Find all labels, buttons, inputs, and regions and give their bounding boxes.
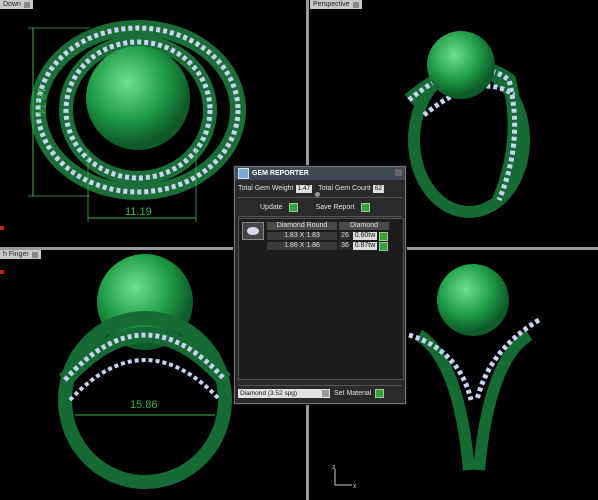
material-row: Diamond (3.52 spg) Set Material (238, 385, 402, 400)
save-report-button[interactable] (360, 202, 370, 212)
chevron-down-icon[interactable] (322, 389, 329, 397)
table-cell-count: 26 (339, 232, 351, 240)
close-icon[interactable] (395, 169, 402, 176)
update-button[interactable] (288, 202, 298, 212)
axis-x-label: x (353, 483, 357, 490)
gem-table: Diamond Round Diamond 1.83 X 1.83 26 0.6… (238, 218, 404, 380)
marker (0, 226, 4, 230)
set-material-button[interactable] (375, 388, 385, 398)
table-cell-count: 36 (339, 242, 351, 250)
table-cell-size: 1.86 X 1.86 (267, 242, 337, 250)
totals-row: Total Gem Weight 1.47 Total Gem Count 62 (238, 184, 384, 193)
table-cell-size: 1.83 X 1.83 (267, 232, 337, 240)
table-cell-tw: 0.87tw (353, 242, 377, 250)
diamond-icon (242, 222, 264, 240)
total-weight-value: 1.47 (295, 184, 313, 193)
gem-reporter-icon (238, 168, 249, 179)
finger-dimension: 15.86 (130, 399, 158, 411)
width-dimension: 11.19 (125, 206, 152, 218)
gem-reporter-panel: GEM REPORTER Total Gem Weight 1.47 Total… (234, 166, 406, 404)
row-action-button[interactable] (379, 242, 388, 251)
panel-titlebar[interactable]: GEM REPORTER (235, 167, 405, 180)
axis-gizmo: z x (332, 464, 357, 490)
marker (0, 270, 4, 274)
table-header: Diamond (339, 222, 389, 230)
table-header: Diamond Round (267, 222, 337, 230)
table-cell-tw: 0.60tw (353, 232, 377, 240)
axis-z-label: z (332, 464, 336, 471)
row-action-button[interactable] (379, 232, 388, 241)
actions-row: Update Save Report (238, 197, 402, 217)
height-dimension: 18.74 (34, 87, 47, 115)
material-select[interactable]: Diamond (3.52 spg) (238, 388, 330, 398)
total-count-value: 62 (372, 184, 384, 193)
